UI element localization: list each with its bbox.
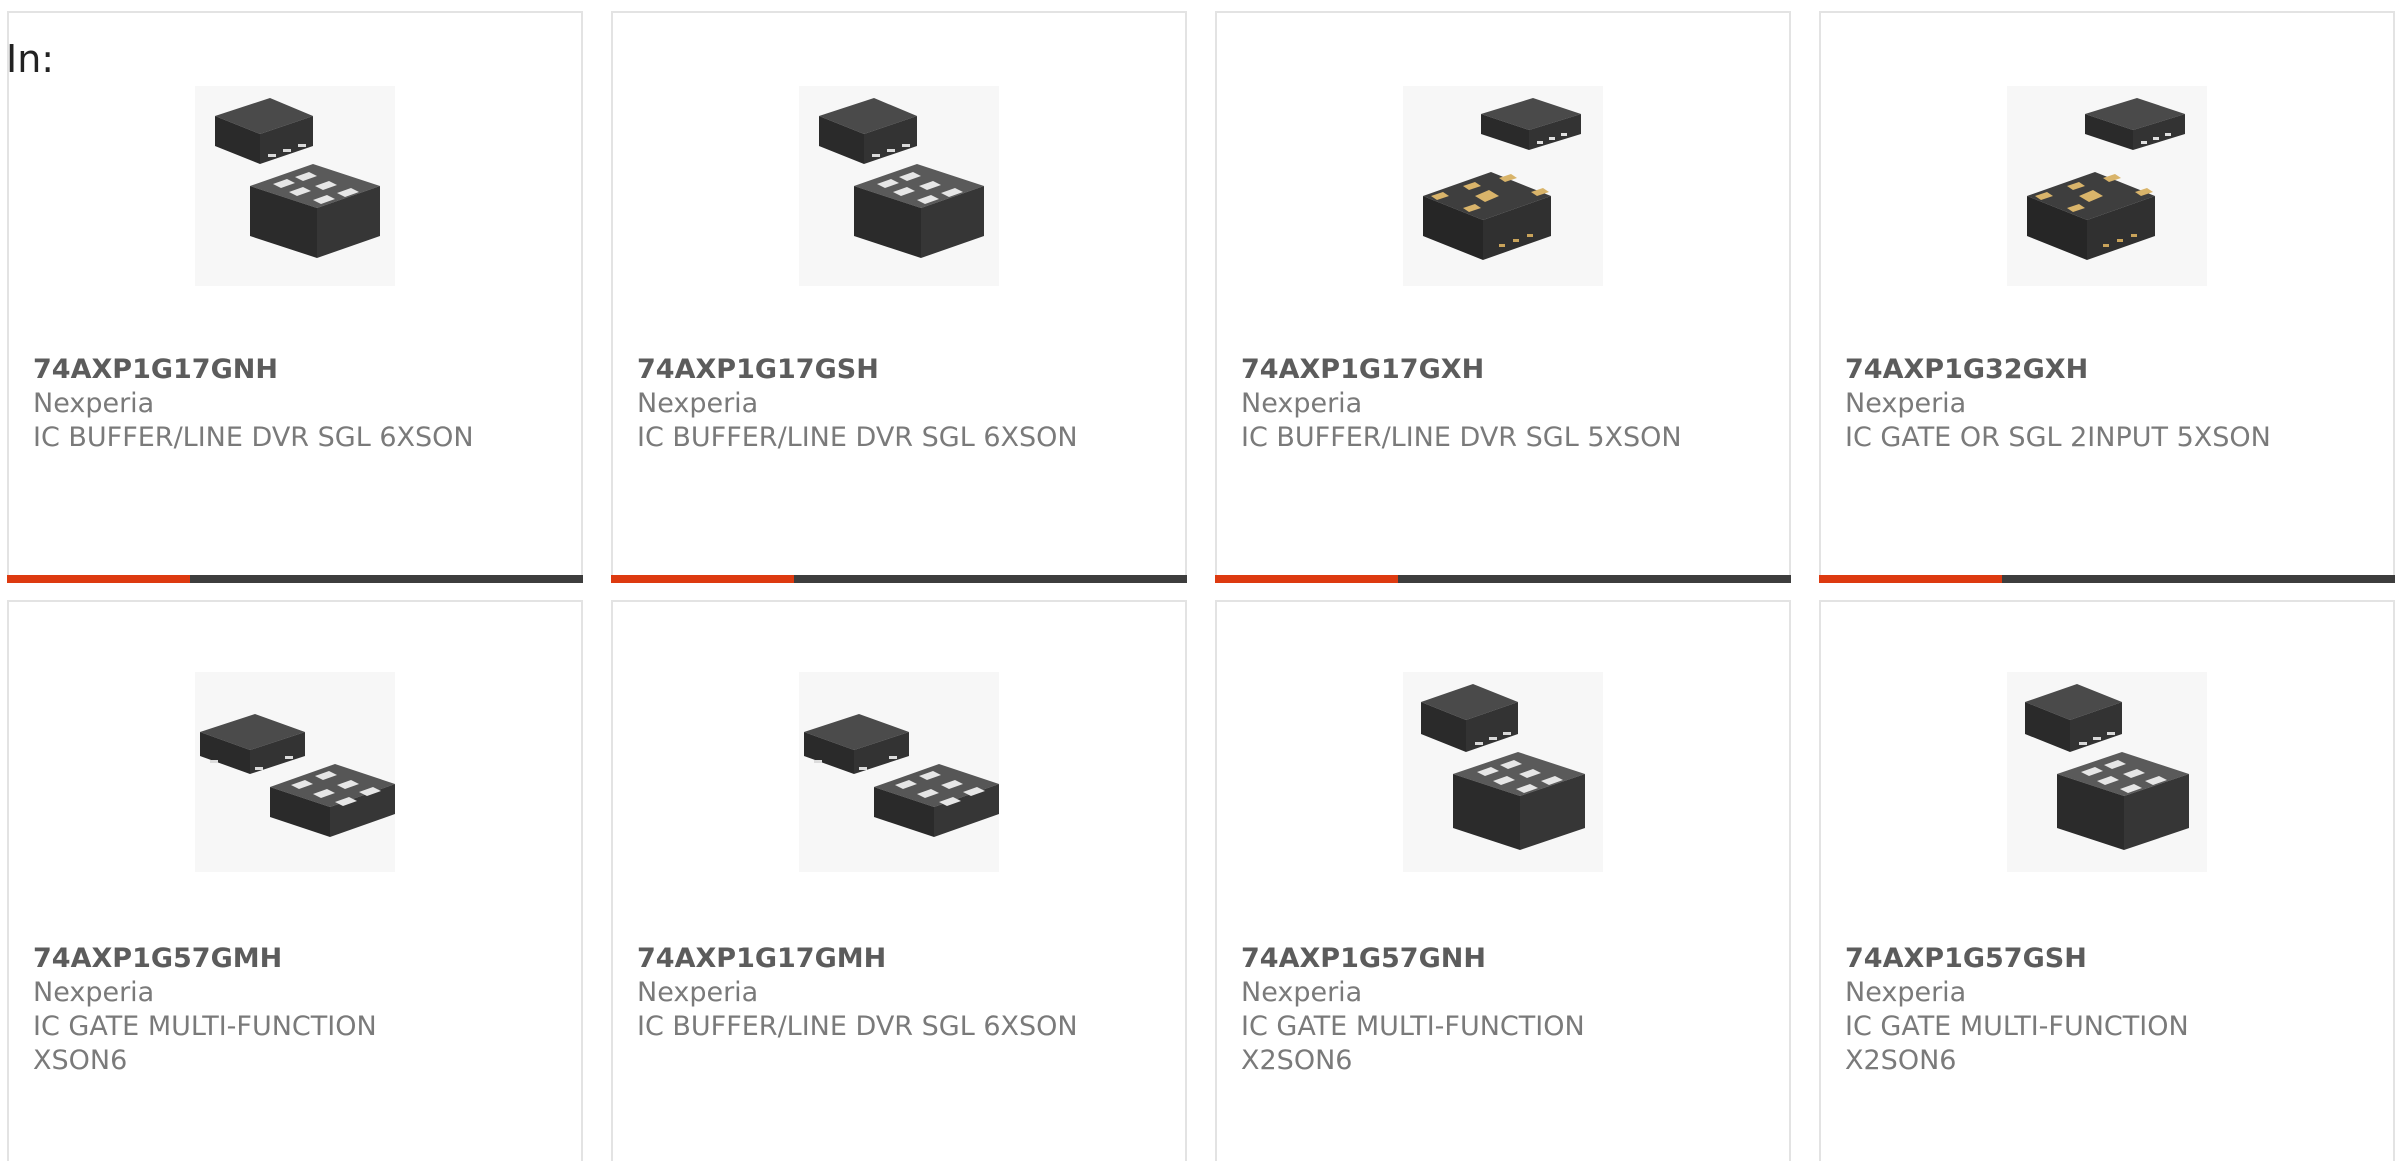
manufacturer: Nexperia — [1241, 977, 1363, 1008]
product-card[interactable]: 74AXP1G57GNH Nexperia IC GATE MULTI-FUNC… — [1215, 600, 1791, 1161]
manufacturer: Nexperia — [1845, 388, 1967, 419]
card-accent-fill — [1819, 575, 2002, 583]
product-card[interactable]: 74AXP1G17GXH Nexperia IC BUFFER/LINE DVR… — [1215, 11, 1791, 583]
product-image[interactable] — [1403, 86, 1603, 286]
product-image[interactable] — [799, 672, 999, 872]
card-accent-bar — [1215, 575, 1791, 583]
product-description: IC BUFFER/LINE DVR SGL 6XSON — [33, 422, 474, 453]
part-number[interactable]: 74AXP1G57GSH — [1845, 942, 2377, 976]
part-number[interactable]: 74AXP1G57GNH — [1241, 942, 1773, 976]
product-description: IC GATE MULTI-FUNCTION X2SON6 — [1241, 1011, 1585, 1076]
product-image[interactable] — [2007, 672, 2207, 872]
product-card[interactable]: 74AXP1G32GXH Nexperia IC GATE OR SGL 2IN… — [1819, 11, 2395, 583]
manufacturer: Nexperia — [1241, 388, 1363, 419]
product-image[interactable] — [799, 86, 999, 286]
chip-package-icon — [200, 714, 395, 837]
card-accent-bar — [1819, 575, 2395, 583]
card-accent-fill — [611, 575, 794, 583]
manufacturer: Nexperia — [637, 388, 759, 419]
manufacturer: Nexperia — [33, 977, 155, 1008]
product-grid-page: In: 74AXP1G17GNH Nexperia IC BUFFER/LINE… — [0, 0, 2400, 1161]
chip-package-icon — [1421, 684, 1585, 850]
product-description: IC BUFFER/LINE DVR SGL 6XSON — [637, 1011, 1078, 1042]
manufacturer: Nexperia — [1845, 977, 1967, 1008]
part-number[interactable]: 74AXP1G17GNH — [33, 353, 565, 387]
part-number[interactable]: 74AXP1G57GMH — [33, 942, 565, 976]
product-description: IC GATE OR SGL 2INPUT 5XSON — [1845, 422, 2271, 453]
product-card[interactable]: 74AXP1G57GMH Nexperia IC GATE MULTI-FUNC… — [7, 600, 583, 1161]
manufacturer: Nexperia — [637, 977, 759, 1008]
filter-label: In: — [6, 37, 55, 81]
card-accent-bar — [611, 575, 1187, 583]
product-card[interactable]: 74AXP1G57GSH Nexperia IC GATE MULTI-FUNC… — [1819, 600, 2395, 1161]
chip-package-icon — [804, 714, 999, 837]
product-image[interactable] — [195, 672, 395, 872]
product-description: IC GATE MULTI-FUNCTION XSON6 — [33, 1011, 377, 1076]
card-accent-fill — [1215, 575, 1398, 583]
chip-package-icon — [2025, 684, 2189, 850]
chip-package-icon — [215, 98, 380, 258]
product-image[interactable] — [2007, 86, 2207, 286]
part-number[interactable]: 74AXP1G32GXH — [1845, 353, 2377, 387]
part-number[interactable]: 74AXP1G17GMH — [637, 942, 1169, 976]
product-card[interactable]: 74AXP1G17GSH Nexperia IC BUFFER/LINE DVR… — [611, 11, 1187, 583]
chip-package-icon — [1423, 98, 1581, 260]
chip-package-icon — [819, 98, 984, 258]
product-description: IC BUFFER/LINE DVR SGL 5XSON — [1241, 422, 1682, 453]
manufacturer: Nexperia — [33, 388, 155, 419]
product-description: IC BUFFER/LINE DVR SGL 6XSON — [637, 422, 1078, 453]
part-number[interactable]: 74AXP1G17GSH — [637, 353, 1169, 387]
part-number[interactable]: 74AXP1G17GXH — [1241, 353, 1773, 387]
card-accent-fill — [7, 575, 190, 583]
product-image[interactable] — [195, 86, 395, 286]
chip-package-icon — [2027, 98, 2185, 260]
product-description: IC GATE MULTI-FUNCTION X2SON6 — [1845, 1011, 2189, 1076]
product-card[interactable]: 74AXP1G17GNH Nexperia IC BUFFER/LINE DVR… — [7, 11, 583, 583]
product-image[interactable] — [1403, 672, 1603, 872]
product-card[interactable]: 74AXP1G17GMH Nexperia IC BUFFER/LINE DVR… — [611, 600, 1187, 1161]
card-accent-bar — [7, 575, 583, 583]
